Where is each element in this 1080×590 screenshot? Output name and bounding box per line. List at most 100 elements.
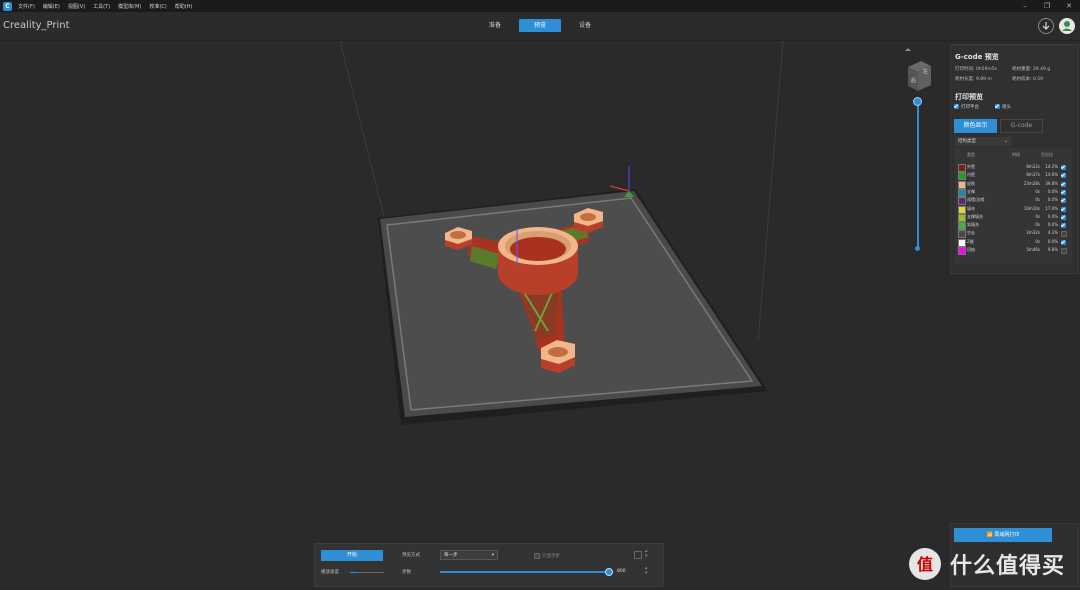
legend-visible-toggle[interactable] <box>1061 222 1068 229</box>
settings-icon[interactable] <box>634 551 642 559</box>
print-preview-title: 打印预览 <box>955 93 983 101</box>
checkbox-icon[interactable] <box>995 104 1000 109</box>
step-slider-handle[interactable] <box>605 568 613 576</box>
checkbox-icon[interactable] <box>534 552 540 559</box>
checkbox-icon[interactable] <box>1061 223 1066 229</box>
layer-slider-bottom-handle[interactable] <box>915 246 920 251</box>
step-slider-track[interactable] <box>440 571 609 573</box>
menu-tools[interactable]: 工具(T) <box>93 3 110 10</box>
menu-file[interactable]: 文件(F) <box>18 3 35 10</box>
legend-visible-toggle[interactable] <box>1061 172 1068 179</box>
only-step-label: 只显示步 <box>542 554 560 559</box>
legend-pct: 0.0% <box>1047 222 1058 228</box>
watermark-logo-icon: 值 <box>917 555 933 574</box>
show-nozzle-option[interactable]: 喷头 <box>995 104 1011 110</box>
menu-edit[interactable]: 编辑(E) <box>43 3 60 10</box>
legend-pct: 14.6% <box>1045 172 1058 178</box>
legend-visible-toggle[interactable] <box>1061 164 1068 171</box>
structure-type-label: 结构类型 <box>958 139 976 144</box>
legend-time: 0s <box>1035 197 1040 203</box>
legend-row: 皮肤 23m28s 39.8% <box>955 180 1072 189</box>
legend-pct: 0.0% <box>1047 238 1058 244</box>
legend-visible-toggle[interactable] <box>1061 189 1068 196</box>
checkbox-icon[interactable] <box>1061 198 1066 204</box>
legend-time: 0s <box>1035 213 1040 219</box>
view-cube[interactable]: 左 后 <box>903 47 933 93</box>
checkbox-icon[interactable] <box>954 104 959 109</box>
checkbox-icon[interactable] <box>1061 247 1067 254</box>
checkbox-icon[interactable] <box>1061 189 1066 195</box>
step-stepper-icon[interactable]: ▴ ▾ <box>645 566 648 576</box>
checkbox-icon[interactable] <box>1061 181 1066 187</box>
legend-type: 支撑 <box>967 188 975 194</box>
legend-type: 回抽 <box>967 247 975 252</box>
only-step-option[interactable]: 只显示步 <box>534 552 560 559</box>
step-value[interactable]: 800 <box>617 567 641 576</box>
menu-view[interactable]: 视图(V) <box>68 3 85 10</box>
app-logo-icon: C <box>3 1 12 11</box>
svg-text:值: 值 <box>917 555 933 574</box>
checkbox-icon[interactable] <box>1061 239 1066 245</box>
maximize-icon[interactable]: ❐ <box>1036 0 1058 12</box>
menu-calibrate[interactable]: 校准(C) <box>149 3 166 10</box>
user-avatar[interactable] <box>1059 18 1075 34</box>
legend-pct: 0.0% <box>1047 197 1058 203</box>
legend-time: 8m22s <box>1026 164 1040 169</box>
legend-row: 空走 2m32s 4.3% <box>955 229 1072 239</box>
watermark-logo: 值 <box>909 548 941 580</box>
color-display-button[interactable]: 颜色显示 <box>954 119 997 133</box>
structure-legend-table: 类型 时间 百分比 外壁 8m22s 14.2% 内壁 8m37s 14.6% 皮肤 23m2… <box>955 148 1072 264</box>
legend-pct: 4.3% <box>1047 230 1058 236</box>
legend-pct: 14.2% <box>1045 164 1058 169</box>
checkbox-icon[interactable] <box>1061 165 1066 170</box>
show-platform-option[interactable]: 打印平台 <box>954 104 979 110</box>
legend-visible-toggle[interactable] <box>1061 197 1068 204</box>
layer-slider-track[interactable] <box>917 101 919 249</box>
menu-bar: C 文件(F) 编辑(E) 视图(V) 工具(T) 模型库(M) 校准(C) 帮… <box>0 0 1080 12</box>
legend-visible-toggle[interactable] <box>1061 206 1068 213</box>
stepper-icon[interactable]: ▴ ▾ <box>645 549 648 559</box>
legend-pct: 9.8% <box>1047 247 1058 252</box>
legend-row: 裙摆/边缘 0s 0.0% <box>955 196 1072 206</box>
legend-type: 空走 <box>967 230 975 236</box>
start-button[interactable]: 开始 <box>321 550 383 561</box>
legend-time: 10m10s <box>1023 205 1040 211</box>
x-axis-icon <box>609 185 630 192</box>
legend-visible-toggle[interactable] <box>1061 247 1069 254</box>
legend-row: 外壁 8m22s 14.2% <box>955 163 1072 172</box>
menu-model-library[interactable]: 模型库(M) <box>118 3 141 10</box>
structure-type-dropdown[interactable]: 结构类型 ⌄ <box>955 137 1011 146</box>
checkbox-icon[interactable] <box>1061 230 1067 237</box>
col-type: 类型 <box>967 152 975 157</box>
svg-text:左: 左 <box>923 68 928 75</box>
download-button[interactable] <box>1038 18 1054 34</box>
checkbox-icon[interactable] <box>1061 206 1066 212</box>
tab-preview[interactable]: 预览 <box>519 19 561 32</box>
step-count-field[interactable] <box>574 551 584 559</box>
legend-pct: 0.0% <box>1047 188 1058 194</box>
layer-slider-handle[interactable] <box>913 97 922 106</box>
preview-mode-select[interactable]: 每一步 ▾ <box>440 550 498 560</box>
tab-device[interactable]: 设备 <box>564 19 606 32</box>
legend-visible-toggle[interactable] <box>1061 239 1068 246</box>
svg-text:后: 后 <box>911 77 916 84</box>
close-icon[interactable]: ✕ <box>1058 0 1080 12</box>
title-bar: Creality_Print 准备 预览 设备 <box>0 12 1080 41</box>
legend-row: 斜填充 0s 0.0% <box>955 221 1072 231</box>
legend-visible-toggle[interactable] <box>1061 230 1069 237</box>
tab-prepare[interactable]: 准备 <box>474 19 516 32</box>
legend-visible-toggle[interactable] <box>1061 181 1068 188</box>
lan-print-button[interactable]: 📶 局域网打印 <box>954 528 1052 542</box>
minimize-icon[interactable]: – <box>1014 0 1036 12</box>
gcode-mode-button[interactable]: G-code <box>1000 119 1043 133</box>
legend-type: 裙摆/边缘 <box>967 197 985 203</box>
legend-type: 内壁 <box>967 172 975 178</box>
checkbox-icon[interactable] <box>1061 173 1066 179</box>
legend-time: 2m32s <box>1026 230 1040 236</box>
checkbox-icon[interactable] <box>1061 214 1066 220</box>
preview-mode-value: 每一步 <box>444 553 458 558</box>
legend-time: 0s <box>1035 222 1040 228</box>
menu-help[interactable]: 帮助(H) <box>175 3 193 10</box>
show-platform-label: 打印平台 <box>961 105 979 110</box>
legend-visible-toggle[interactable] <box>1061 214 1068 221</box>
